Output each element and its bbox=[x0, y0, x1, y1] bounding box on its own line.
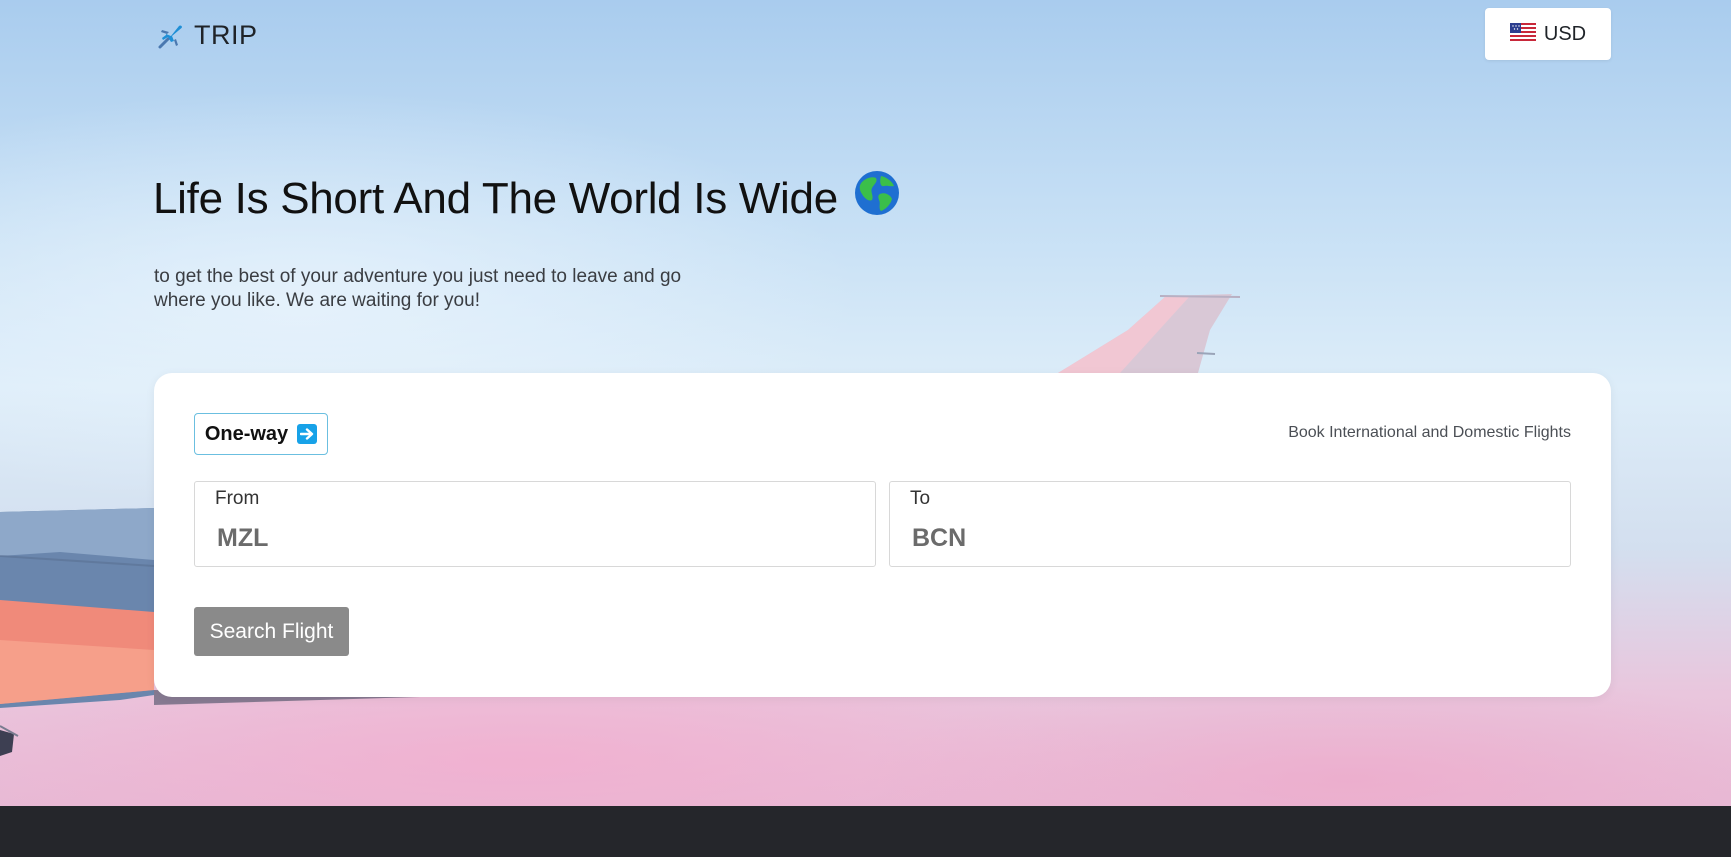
trip-type-selector[interactable]: One-way bbox=[194, 413, 328, 455]
right-arrow-icon bbox=[297, 424, 318, 444]
headline-text: Life Is Short And The World Is Wide bbox=[153, 173, 838, 223]
trip-type-label: One-way bbox=[204, 422, 289, 445]
us-flag-icon bbox=[1509, 22, 1536, 46]
globe-icon bbox=[854, 170, 900, 227]
from-field[interactable]: From bbox=[194, 481, 876, 567]
footer-bar bbox=[0, 806, 1731, 857]
hero-subtitle: to get the best of your adventure you ju… bbox=[154, 266, 682, 311]
currency-label: USD bbox=[1543, 22, 1587, 45]
hero-background: TRIP USD Life Is Short And The World Is … bbox=[0, 0, 1731, 806]
to-label: To bbox=[910, 488, 931, 509]
page-title: Life Is Short And The World Is Wide bbox=[153, 170, 900, 227]
from-input[interactable] bbox=[217, 520, 837, 556]
flight-search-card: One-way Book International and Domestic … bbox=[154, 373, 1611, 697]
search-flight-button[interactable]: Search Flight bbox=[194, 607, 349, 656]
to-field[interactable]: To bbox=[889, 481, 1571, 567]
airplane-icon bbox=[156, 21, 186, 51]
booking-note: Book International and Domestic Flights bbox=[1288, 424, 1571, 441]
brand-name: TRIP bbox=[194, 20, 258, 50]
brand-logo[interactable]: TRIP bbox=[156, 20, 258, 51]
from-label: From bbox=[215, 488, 260, 509]
to-input[interactable] bbox=[912, 520, 1532, 556]
currency-selector-button[interactable]: USD bbox=[1485, 8, 1611, 60]
